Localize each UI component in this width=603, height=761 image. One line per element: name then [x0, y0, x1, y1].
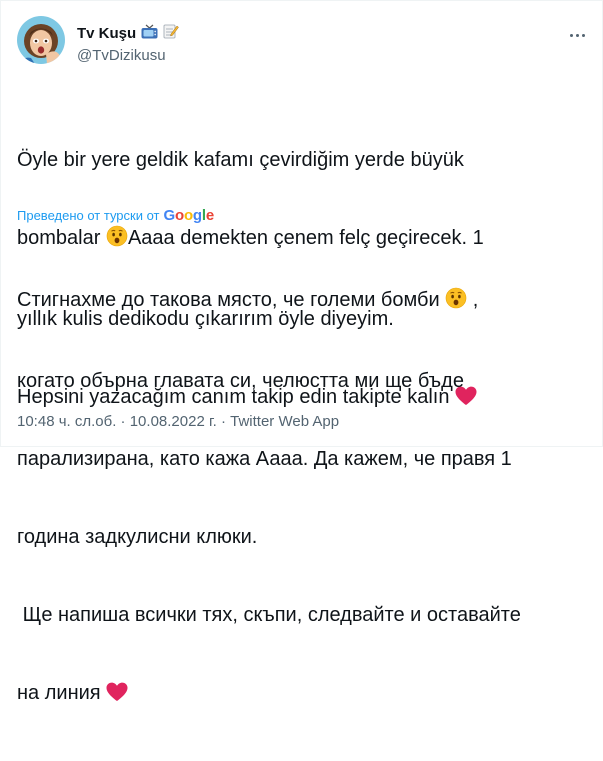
more-options-icon[interactable] — [566, 25, 588, 45]
red-heart-icon — [106, 682, 128, 709]
google-letter: o — [174, 207, 184, 224]
text-line: Ще напиша всички тях, скъпи, следвайте и… — [17, 604, 521, 626]
hushed-face-icon — [445, 287, 467, 316]
tweet-translated-text: Стигнахме до такова място, че големи бом… — [17, 235, 592, 761]
tweet-metadata: 10:48 ч. сл.об. · 10.08.2022 г. · Twitte… — [17, 413, 339, 430]
text-line: Стигнахме до такова място, че големи бом… — [17, 287, 592, 316]
google-logo: Google — [164, 207, 215, 224]
meta-separator: · — [120, 413, 126, 430]
memo-icon — [163, 23, 180, 44]
text-segment: на линия — [17, 682, 101, 704]
text-line: когато обърна главата си, челюстта ми ще… — [17, 370, 464, 392]
tweet-source: Twitter Web App — [230, 413, 340, 430]
tv-icon — [141, 24, 158, 44]
text-line: парализирана, като кажа Аааа. Да кажем, … — [17, 448, 512, 470]
avatar[interactable] — [17, 16, 65, 64]
text-segment: Стигнахме до такова място, че големи бом… — [17, 289, 440, 311]
google-letter: G — [163, 207, 176, 224]
author-info: Tv Kuşu @TvDizikusu — [77, 23, 180, 64]
tweet-time[interactable]: 10:48 ч. сл.об. — [17, 413, 116, 430]
meta-separator: · — [220, 413, 226, 430]
text-line: Öyle bir yere geldik kafamı çevirdiğim y… — [17, 149, 464, 171]
tweet-card: Tv Kuşu @TvDizikusu Öyle bir yere geldik… — [0, 0, 603, 704]
text-line: на линия — [17, 680, 592, 709]
text-line: година задкулисни клюки. — [17, 526, 258, 548]
tweet-date[interactable]: 10.08.2022 г. — [130, 413, 217, 430]
author-handle[interactable]: @TvDizikusu — [77, 47, 179, 64]
google-letter: g — [192, 207, 202, 224]
google-letter: o — [183, 207, 193, 224]
text-segment: , — [472, 289, 479, 311]
translated-from-label[interactable]: Преведено от турски от — [17, 208, 160, 223]
translation-attribution: Преведено от турски от Google — [17, 207, 214, 224]
google-letter: e — [205, 207, 214, 224]
author-display-name[interactable]: Tv Kuşu — [77, 25, 136, 42]
